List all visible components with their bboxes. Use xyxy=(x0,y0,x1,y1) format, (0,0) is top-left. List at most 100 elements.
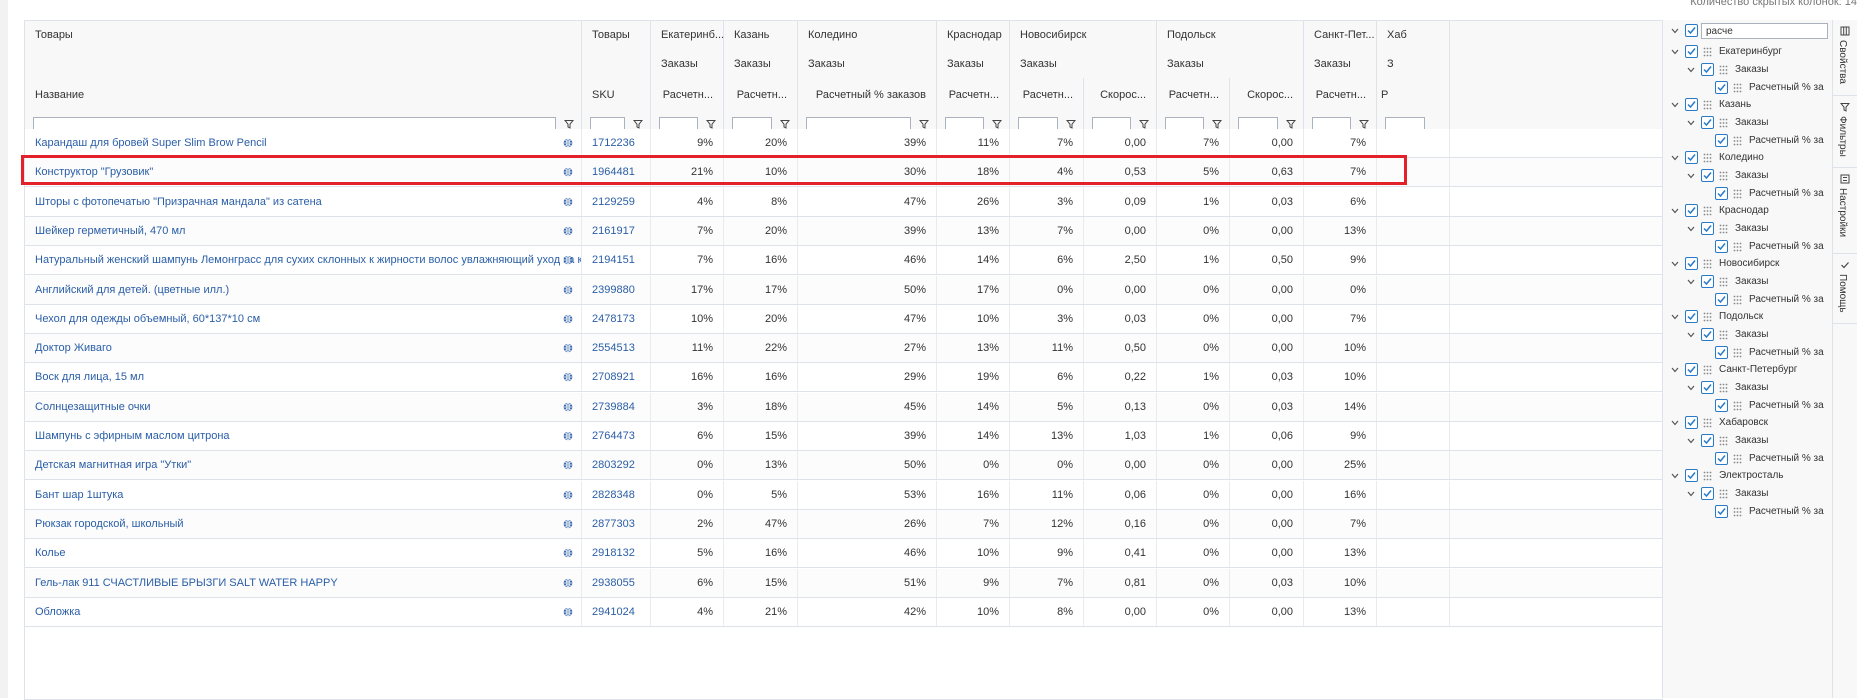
chevron-down-icon[interactable] xyxy=(1671,313,1679,321)
table-row[interactable]: Доктор Живаго 2554513 11% 22% 27% 13% 11% 0,50 0… xyxy=(25,334,1663,364)
globe-icon[interactable] xyxy=(563,548,573,558)
product-name[interactable]: Доктор Живаго xyxy=(35,342,112,354)
product-name[interactable]: Обложка xyxy=(35,606,80,618)
drag-handle-icon[interactable] xyxy=(1733,507,1742,517)
globe-icon[interactable] xyxy=(563,255,573,265)
product-name[interactable]: Шампунь с эфирным маслом цитрона xyxy=(35,430,230,442)
tree-group-2[interactable]: Коледино xyxy=(1663,149,1831,167)
column-checkbox[interactable] xyxy=(1685,363,1698,376)
column-header-metric[interactable]: Р xyxy=(1377,78,1450,112)
tree-group-3[interactable]: Краснодар xyxy=(1663,202,1831,220)
drag-handle-icon[interactable] xyxy=(1733,295,1742,305)
sidebar-tab-2[interactable]: Настройки xyxy=(1833,168,1857,254)
tree-subgroup[interactable]: Заказы xyxy=(1663,220,1831,238)
product-name-link[interactable]: Конструктор "Грузовик" xyxy=(25,158,582,187)
chevron-down-icon[interactable] xyxy=(1687,225,1695,233)
column-header-metric[interactable]: Расчетн... xyxy=(1304,78,1377,112)
filter-icon[interactable] xyxy=(1066,119,1076,129)
sku-link[interactable]: 2554513 xyxy=(582,334,651,363)
drag-handle-icon[interactable] xyxy=(1733,401,1742,411)
drag-handle-icon[interactable] xyxy=(1703,259,1712,269)
column-checkbox[interactable] xyxy=(1701,116,1714,129)
sku-link[interactable]: 2194151 xyxy=(582,246,651,275)
globe-icon[interactable] xyxy=(563,167,573,177)
column-checkbox[interactable] xyxy=(1685,310,1698,323)
tree-group-8[interactable]: Электросталь xyxy=(1663,467,1831,485)
column-checkbox[interactable] xyxy=(1701,328,1714,341)
chevron-down-icon[interactable] xyxy=(1671,260,1679,268)
chevron-down-icon[interactable] xyxy=(1687,66,1695,74)
chevron-down-icon[interactable] xyxy=(1671,419,1679,427)
select-all-checkbox[interactable] xyxy=(1685,24,1698,37)
product-name-link[interactable]: Карандаш для бровей Super Slim Brow Penc… xyxy=(25,129,582,157)
column-checkbox[interactable] xyxy=(1701,275,1714,288)
table-row[interactable]: Гель-лак 911 СЧАСТЛИВЫЕ БРЫЗГИ SALT WATE… xyxy=(25,568,1663,598)
drag-handle-icon[interactable] xyxy=(1703,100,1712,110)
product-name-link[interactable]: Шампунь с эфирным маслом цитрона xyxy=(25,422,582,450)
filter-icon[interactable] xyxy=(1286,119,1296,129)
tree-subgroup[interactable]: Заказы xyxy=(1663,114,1831,132)
column-checkbox[interactable] xyxy=(1715,134,1728,147)
column-checkbox[interactable] xyxy=(1715,346,1728,359)
globe-icon[interactable] xyxy=(563,372,573,382)
filter-icon[interactable] xyxy=(706,119,716,129)
product-name-link[interactable]: Воск для лица, 15 мл xyxy=(25,363,582,392)
product-name[interactable]: Бант шар 1штука xyxy=(35,489,123,501)
product-name[interactable]: Карандаш для бровей Super Slim Brow Penc… xyxy=(35,137,267,149)
sku-link[interactable]: 2828348 xyxy=(582,480,651,509)
column-checkbox[interactable] xyxy=(1715,452,1728,465)
drag-handle-icon[interactable] xyxy=(1733,136,1742,146)
filter-icon[interactable] xyxy=(992,119,1002,129)
product-name[interactable]: Воск для лица, 15 мл xyxy=(35,371,144,383)
tree-subgroup[interactable]: Заказы xyxy=(1663,273,1831,291)
column-header-metric[interactable]: Расчетн... xyxy=(937,78,1010,112)
globe-icon[interactable] xyxy=(563,577,573,588)
product-name[interactable]: Шторы с фотопечатью "Призрачная мандала"… xyxy=(35,196,322,208)
product-name-link[interactable]: Бант шар 1штука xyxy=(25,480,582,509)
column-checkbox[interactable] xyxy=(1701,434,1714,447)
table-row[interactable]: Рюкзак городской, школьный 2877303 2% 47% 26… xyxy=(25,509,1663,539)
column-header-metric[interactable]: Скорос... xyxy=(1230,78,1304,112)
drag-handle-icon[interactable] xyxy=(1703,47,1712,57)
globe-icon[interactable] xyxy=(563,138,573,148)
drag-handle-icon[interactable] xyxy=(1719,277,1728,287)
tree-group-1[interactable]: Казань xyxy=(1663,96,1831,114)
product-name[interactable]: Солнцезащитные очки xyxy=(35,401,150,413)
table-row[interactable]: Карандаш для бровей Super Slim Brow Penc… xyxy=(25,129,1663,158)
tree-group-6[interactable]: Санкт-Петербург xyxy=(1663,361,1831,379)
sku-link[interactable]: 2918132 xyxy=(582,539,651,568)
drag-handle-icon[interactable] xyxy=(1703,153,1712,163)
table-row[interactable]: Шторы с фотопечатью "Призрачная мандала"… xyxy=(25,187,1663,217)
column-checkbox[interactable] xyxy=(1715,187,1728,200)
tree-group-4[interactable]: Новосибирск xyxy=(1663,255,1831,273)
drag-handle-icon[interactable] xyxy=(1719,489,1728,499)
column-checkbox[interactable] xyxy=(1715,399,1728,412)
tree-leaf[interactable]: Расчетный % за xyxy=(1663,132,1833,150)
drag-handle-icon[interactable] xyxy=(1719,330,1728,340)
drag-handle-icon[interactable] xyxy=(1703,471,1712,481)
chevron-down-icon[interactable] xyxy=(1687,172,1695,180)
product-name[interactable]: Английский для детей. (цветные илл.) xyxy=(35,284,229,296)
column-header-metric[interactable]: Расчетный % заказов xyxy=(798,78,937,112)
drag-handle-icon[interactable] xyxy=(1719,383,1728,393)
tree-subgroup[interactable]: Заказы xyxy=(1663,485,1831,503)
product-name-link[interactable]: Шторы с фотопечатью "Призрачная мандала"… xyxy=(25,187,582,216)
chevron-down-icon[interactable] xyxy=(1687,437,1695,445)
drag-handle-icon[interactable] xyxy=(1703,312,1712,322)
drag-handle-icon[interactable] xyxy=(1733,454,1742,464)
product-name-link[interactable]: Натуральный женский шампунь Лемонграсс д… xyxy=(25,246,582,275)
chevron-down-icon[interactable] xyxy=(1671,366,1679,374)
column-header-metric[interactable]: Расчетн... xyxy=(651,78,724,112)
tree-subgroup[interactable]: Заказы xyxy=(1663,61,1831,79)
drag-handle-icon[interactable] xyxy=(1733,189,1742,199)
drag-handle-icon[interactable] xyxy=(1719,436,1728,446)
sku-link[interactable]: 2478173 xyxy=(582,304,651,333)
tree-leaf[interactable]: Расчетный % за xyxy=(1663,344,1833,362)
product-name[interactable]: Шейкер герметичный, 470 мл xyxy=(35,225,185,237)
sku-link[interactable]: 1964481 xyxy=(582,158,651,187)
chevron-down-icon[interactable] xyxy=(1671,207,1679,215)
globe-icon[interactable] xyxy=(563,431,573,441)
drag-handle-icon[interactable] xyxy=(1719,118,1728,128)
table-row[interactable]: Солнцезащитные очки 2739884 3% 18% 45% 14% 5% 0… xyxy=(25,392,1663,422)
tree-subgroup[interactable]: Заказы xyxy=(1663,167,1831,185)
